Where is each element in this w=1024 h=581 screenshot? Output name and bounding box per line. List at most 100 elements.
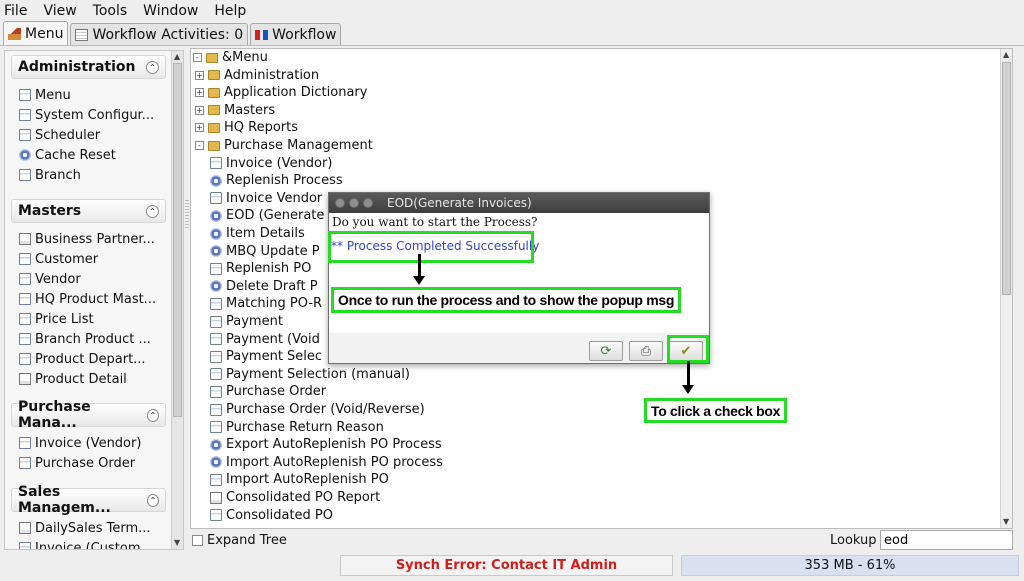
tree-node-label: Purchase Management [224, 138, 373, 153]
tab-label: Workflow [272, 26, 337, 43]
tree-node-label: Replenish Process [226, 173, 343, 189]
collapse-icon[interactable]: ⌃ [146, 408, 159, 422]
collapse-icon[interactable]: ⌃ [146, 204, 159, 218]
tree-expander[interactable]: + [195, 88, 204, 98]
tree-node[interactable]: Payment (Void [210, 331, 320, 348]
tree-node[interactable]: + HQ Reports [195, 119, 298, 136]
sidebar-item[interactable]: System Configur... [19, 105, 166, 125]
menu-tools[interactable]: Tools [93, 3, 128, 19]
sidebar-item[interactable]: Cache Reset [19, 145, 166, 165]
tab-menu[interactable]: Menu [3, 21, 69, 45]
window-icon [19, 437, 31, 449]
tree-scrollbar[interactable]: ▲ ▼ [1000, 49, 1012, 528]
maximize-icon[interactable] [363, 198, 373, 208]
tree-node-label: Purchase Return Reason [226, 419, 384, 435]
sidebar-item-label: Branch Product ... [35, 331, 151, 347]
sidebar-item-label: Invoice (Custom... [35, 540, 153, 550]
expand-tree-checkbox[interactable] [192, 534, 203, 546]
tree-node-label: Payment Selec [226, 349, 323, 365]
sidebar-item[interactable]: HQ Product Mast... [19, 289, 166, 309]
dialog-titlebar[interactable]: EOD(Generate Invoices) [329, 193, 709, 213]
tree-expander[interactable]: - [193, 53, 202, 62]
tree-node[interactable]: Import AutoReplenish PO [210, 471, 389, 488]
collapse-icon[interactable]: ⌃ [146, 493, 159, 507]
collapse-icon[interactable]: ⌃ [146, 60, 159, 74]
tree-node[interactable]: Invoice (Vendor) [210, 155, 332, 172]
tree-expander[interactable]: + [195, 123, 204, 133]
tree-node[interactable]: Purchase Order (Void/Reverse) [210, 401, 425, 418]
tree-node[interactable]: Payment [210, 313, 283, 330]
folder-icon [208, 122, 220, 133]
sidebar-item[interactable]: Product Detail [19, 369, 166, 389]
menu-window[interactable]: Window [143, 3, 198, 19]
sidebar-item[interactable]: Business Partner... [19, 229, 166, 249]
sidebar-item[interactable]: Purchase Order [19, 453, 166, 473]
sidebar-item[interactable]: Invoice (Vendor) [19, 433, 166, 453]
tree-node[interactable]: Item Details [210, 225, 305, 242]
tree-node[interactable]: Payment Selection (manual) [210, 366, 410, 383]
window-icon [210, 421, 222, 434]
sidebar-item[interactable]: Branch [19, 165, 166, 185]
tree-node[interactable]: + Administration [195, 67, 319, 84]
tree-node-label: EOD (Generate [226, 208, 325, 224]
tree-node[interactable]: Invoice Vendor [210, 190, 322, 207]
print-button[interactable]: ⎙ [629, 341, 663, 361]
sidebar-group-header[interactable]: Sales Managem... ⌃ [11, 484, 166, 516]
sidebar-group-header[interactable]: Masters ⌃ [11, 199, 166, 223]
tab-workflow[interactable]: Workflow [250, 23, 342, 45]
refresh-button[interactable]: ⟳ [589, 341, 623, 361]
minimize-icon[interactable] [349, 198, 359, 208]
lookup-input[interactable] [880, 530, 1013, 550]
tree-node[interactable]: Delete Draft P [210, 278, 318, 295]
sidebar-group: Sales Managem... ⌃ DailySales Term... Invoi… [11, 484, 166, 550]
tree-node[interactable]: - Purchase Management [195, 137, 373, 154]
sidebar-item[interactable]: Product Depart... [19, 349, 166, 369]
sync-error-status[interactable]: Synch Error: Contact IT Admin [340, 555, 673, 576]
tree-node[interactable]: Consolidated PO Report [210, 489, 380, 506]
tree-expander[interactable]: - [195, 141, 204, 150]
scroll-up-icon[interactable]: ▲ [174, 52, 180, 61]
tree-scroll-thumb[interactable] [1002, 62, 1011, 295]
menu-view[interactable]: View [43, 3, 76, 19]
sidebar-group-header[interactable]: Purchase Mana... ⌃ [11, 399, 166, 431]
menu-help[interactable]: Help [214, 3, 246, 19]
tree-node[interactable]: + Masters [195, 102, 275, 119]
sidebar-item[interactable]: Scheduler [19, 125, 166, 145]
sidebar-item[interactable]: DailySales Term... [19, 518, 166, 538]
tree-node[interactable]: + Application Dictionary [195, 84, 367, 101]
tree-node[interactable]: Purchase Order [210, 383, 326, 400]
sidebar-panel: Administration ⌃ Menu System Configur... Sch… [4, 50, 184, 550]
tree-node[interactable]: Payment Selec [210, 348, 322, 365]
memory-status[interactable]: 353 MB - 61% [681, 555, 1019, 576]
panel-splitter[interactable] [185, 200, 189, 230]
sidebar-item[interactable]: Menu [19, 85, 166, 105]
tree-node[interactable]: Replenish PO [210, 260, 311, 277]
sidebar-item[interactable]: Customer [19, 249, 166, 269]
tab-workflow-activities[interactable]: Workflow Activities: 0 [70, 23, 249, 45]
sidebar-item[interactable]: Vendor [19, 269, 166, 289]
tree-node[interactable]: Import AutoReplenish PO process [210, 454, 443, 471]
close-icon[interactable] [335, 198, 345, 208]
tree-expander[interactable]: + [195, 105, 204, 115]
scroll-up-icon[interactable]: ▲ [1003, 50, 1009, 59]
sidebar-item[interactable]: Invoice (Custom... [19, 538, 166, 550]
tree-node[interactable]: MBQ Update P [210, 243, 320, 260]
tree-node[interactable]: Matching PO-R [210, 295, 322, 312]
tree-node[interactable]: Consolidated PO [210, 507, 333, 524]
scroll-down-icon[interactable]: ▼ [174, 538, 180, 547]
sidebar-scrollbar[interactable]: ▲ ▼ [171, 51, 183, 549]
sidebar-scroll-thumb[interactable] [173, 63, 182, 417]
sidebar-item[interactable]: Branch Product ... [19, 329, 166, 349]
sidebar-group-header[interactable]: Administration ⌃ [11, 55, 166, 79]
tree-node[interactable]: EOD (Generate [210, 207, 324, 224]
tree-node[interactable]: Purchase Return Reason [210, 419, 384, 436]
sidebar-group: Purchase Mana... ⌃ Invoice (Vendor) Purchas… [11, 399, 166, 473]
sidebar-item[interactable]: Price List [19, 309, 166, 329]
tree-node[interactable]: Replenish Process [210, 172, 343, 189]
window-icon [19, 353, 31, 365]
tree-expander[interactable]: + [195, 70, 204, 80]
menu-file[interactable]: File [4, 3, 27, 19]
tree-root[interactable]: - &Menu [193, 49, 268, 66]
scroll-down-icon[interactable]: ▼ [1003, 517, 1009, 526]
tree-node[interactable]: Export AutoReplenish PO Process [210, 436, 442, 453]
